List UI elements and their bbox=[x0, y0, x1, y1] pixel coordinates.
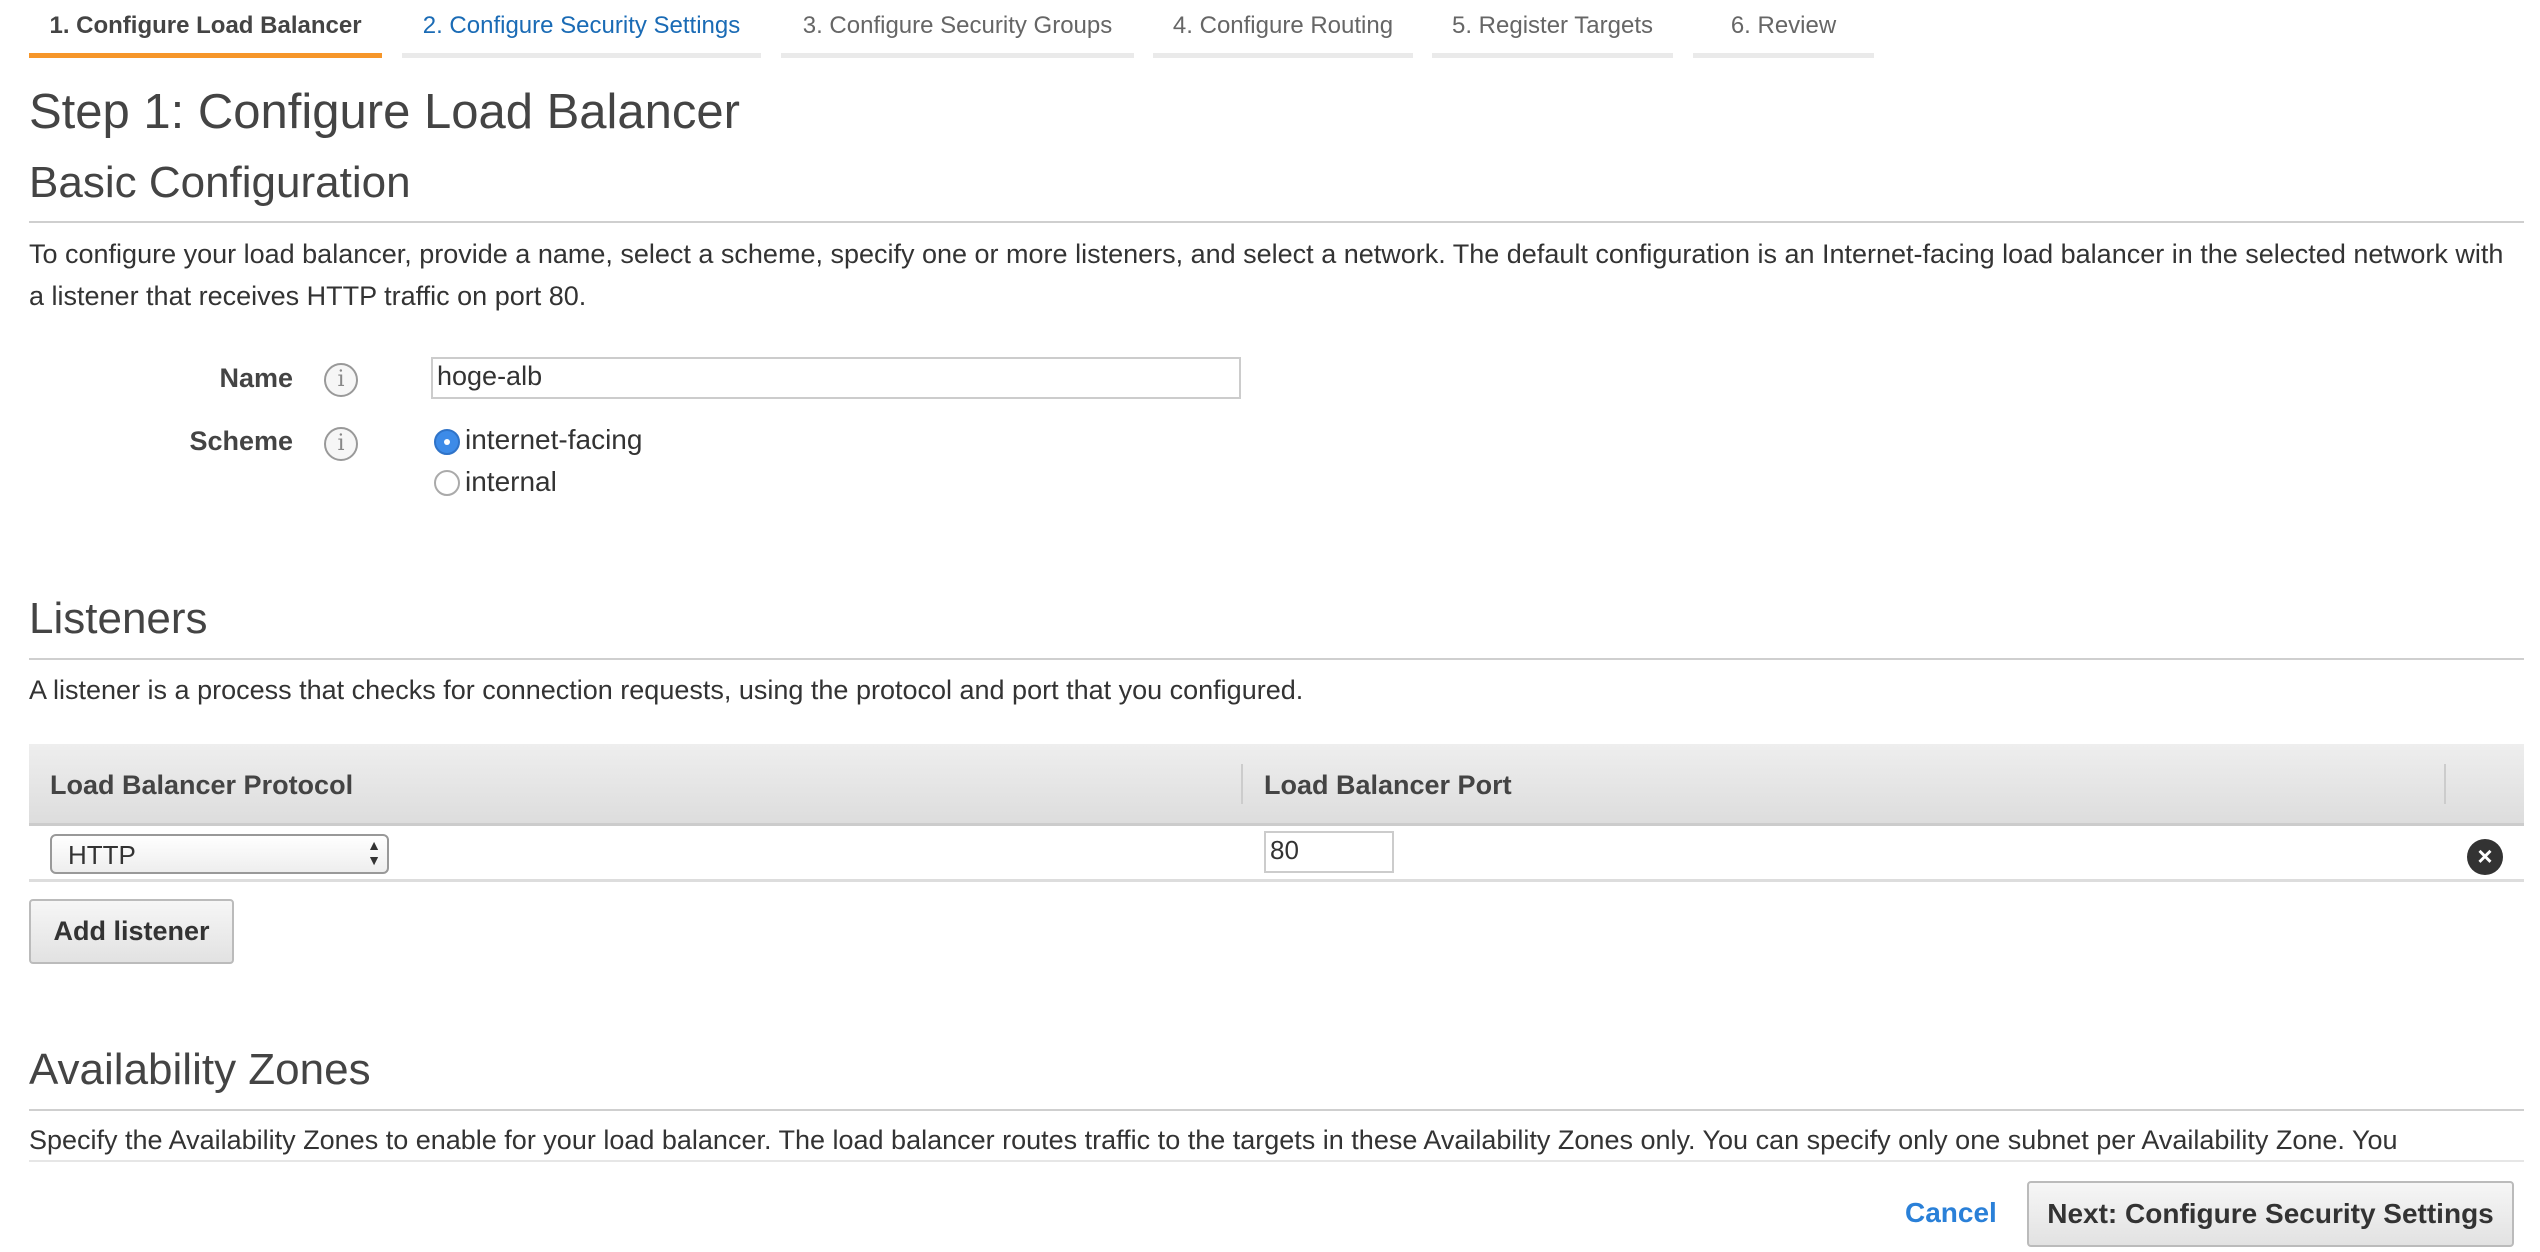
next-configure-security-settings-button[interactable]: Next: Configure Security Settings bbox=[2027, 1181, 2514, 1247]
tab-configure-security-groups: 3. Configure Security Groups bbox=[781, 0, 1134, 58]
tab-register-targets: 5. Register Targets bbox=[1432, 0, 1673, 58]
radio-label-internal[interactable]: internal bbox=[465, 466, 557, 498]
tab-configure-routing: 4. Configure Routing bbox=[1153, 0, 1413, 58]
info-icon[interactable]: i bbox=[324, 363, 358, 397]
radio-internet-facing[interactable] bbox=[434, 429, 460, 455]
column-port: Load Balancer Port bbox=[1264, 770, 1512, 800]
name-input[interactable]: hoge-alb bbox=[431, 357, 1241, 399]
protocol-value: HTTP bbox=[68, 840, 136, 870]
tab-configure-security-settings[interactable]: 2. Configure Security Settings bbox=[402, 0, 761, 58]
availability-zones-heading: Availability Zones bbox=[29, 1045, 371, 1094]
divider bbox=[29, 221, 2524, 223]
column-divider bbox=[1241, 764, 1243, 804]
listeners-heading: Listeners bbox=[29, 594, 208, 643]
select-arrows-icon: ▲ ▼ bbox=[367, 837, 381, 868]
remove-listener-icon[interactable]: × bbox=[2467, 839, 2503, 875]
listeners-table-header: Load Balancer Protocol Load Balancer Por… bbox=[29, 744, 2524, 826]
radio-label-internet-facing[interactable]: internet-facing bbox=[465, 424, 642, 456]
port-input[interactable]: 80 bbox=[1264, 831, 1394, 873]
add-listener-button[interactable]: Add listener bbox=[29, 899, 234, 964]
basic-configuration-heading: Basic Configuration bbox=[29, 158, 411, 207]
divider bbox=[29, 1109, 2524, 1111]
table-row: HTTP ▲ ▼ 80 × bbox=[29, 826, 2524, 882]
protocol-select[interactable]: HTTP ▲ ▼ bbox=[50, 834, 389, 874]
column-divider bbox=[2444, 764, 2446, 804]
column-protocol: Load Balancer Protocol bbox=[50, 770, 354, 800]
scheme-label: Scheme bbox=[189, 426, 293, 456]
info-icon[interactable]: i bbox=[324, 427, 358, 461]
page-title: Step 1: Configure Load Balancer bbox=[29, 85, 740, 139]
tab-configure-load-balancer[interactable]: 1. Configure Load Balancer bbox=[29, 0, 382, 58]
radio-internal[interactable] bbox=[434, 470, 460, 496]
listeners-description: A listener is a process that checks for … bbox=[29, 675, 1304, 705]
basic-description: To configure your load balancer, provide… bbox=[29, 239, 2504, 311]
cancel-link[interactable]: Cancel bbox=[1905, 1197, 1997, 1229]
name-label: Name bbox=[219, 363, 293, 393]
az-description: Specify the Availability Zones to enable… bbox=[29, 1125, 2398, 1155]
divider bbox=[29, 1160, 2524, 1162]
tab-review: 6. Review bbox=[1693, 0, 1874, 58]
divider bbox=[29, 658, 2524, 660]
